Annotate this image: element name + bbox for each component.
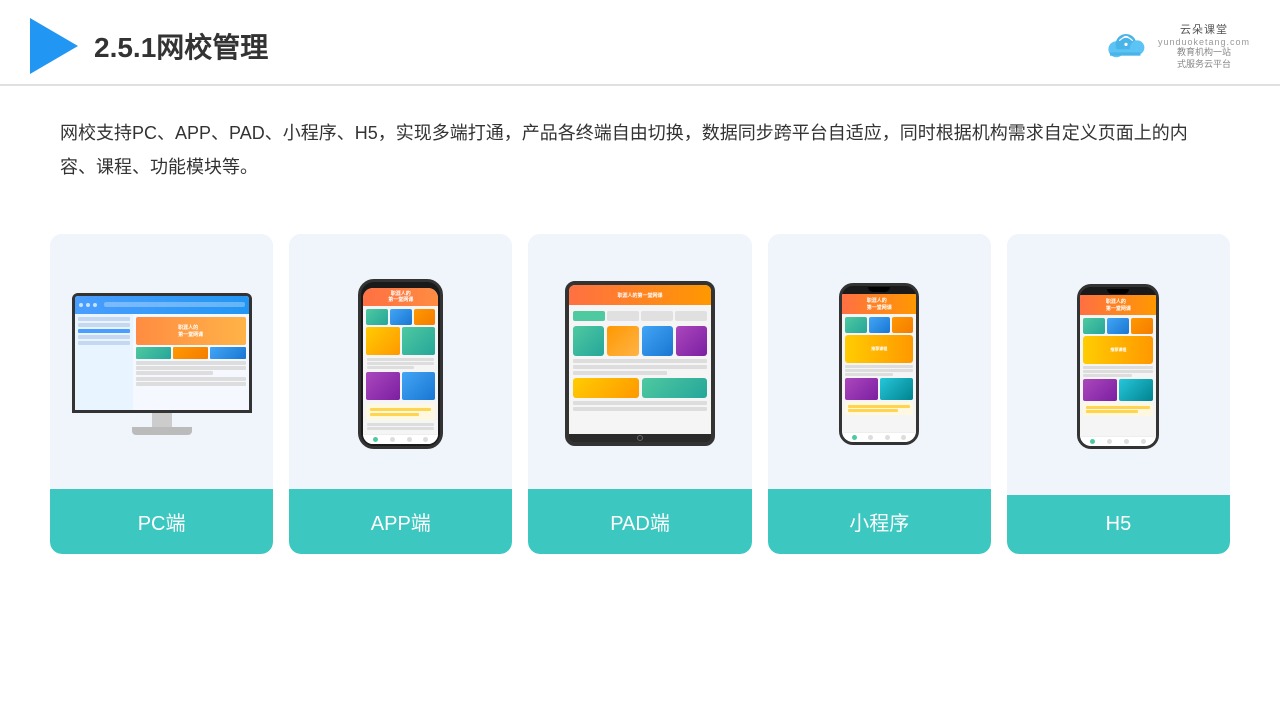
- header-left: 2.5.1网校管理: [30, 18, 268, 74]
- logo-triangle-icon: [30, 18, 78, 74]
- miniprogram-label: 小程序: [768, 489, 991, 554]
- miniprogram-phone-icon: 职涯人的第一堂网课 推荐课程: [839, 283, 919, 445]
- pad-image-area: 职涯人的第一堂网课: [528, 234, 751, 489]
- h5-image-area: 职涯人的第一堂网课 推荐课程: [1007, 234, 1230, 495]
- app-label: APP端: [289, 489, 512, 554]
- h5-label: H5: [1007, 495, 1230, 554]
- brand-tagline: 教育机构一站式服务云平台: [1177, 47, 1231, 70]
- brand-area: 云朵课堂 yunduoketang.com 教育机构一站式服务云平台: [1102, 21, 1250, 70]
- pad-card: 职涯人的第一堂网课: [528, 234, 751, 554]
- brand-name: 云朵课堂: [1180, 21, 1228, 37]
- brand-url: yunduoketang.com: [1158, 37, 1250, 47]
- app-image-area: 职涯人的第一堂网课: [289, 234, 512, 489]
- pc-card: 职涯人的第一堂网课: [50, 234, 273, 554]
- pc-monitor-icon: 职涯人的第一堂网课: [72, 293, 252, 435]
- pad-label: PAD端: [528, 489, 751, 554]
- miniprogram-card: 职涯人的第一堂网课 推荐课程: [768, 234, 991, 554]
- h5-phone-icon: 职涯人的第一堂网课 推荐课程: [1077, 284, 1159, 449]
- pc-image-area: 职涯人的第一堂网课: [50, 234, 273, 489]
- miniprogram-image-area: 职涯人的第一堂网课 推荐课程: [768, 234, 991, 489]
- brand-logo: 云朵课堂 yunduoketang.com 教育机构一站式服务云平台: [1158, 21, 1250, 70]
- app-card: 职涯人的第一堂网课: [289, 234, 512, 554]
- pad-tablet-icon: 职涯人的第一堂网课: [565, 281, 715, 446]
- device-cards-container: 职涯人的第一堂网课: [0, 214, 1280, 574]
- header: 2.5.1网校管理 云朵课堂 yunduoketang.com 教育机构一站式服…: [0, 0, 1280, 86]
- page-title: 2.5.1网校管理: [94, 26, 268, 66]
- h5-card: 职涯人的第一堂网课 推荐课程: [1007, 234, 1230, 554]
- pc-label: PC端: [50, 489, 273, 554]
- description-text: 网校支持PC、APP、PAD、小程序、H5，实现多端打通，产品各终端自由切换，数…: [0, 86, 1280, 204]
- cloud-logo-icon: [1102, 30, 1150, 62]
- app-phone-icon: 职涯人的第一堂网课: [358, 279, 443, 449]
